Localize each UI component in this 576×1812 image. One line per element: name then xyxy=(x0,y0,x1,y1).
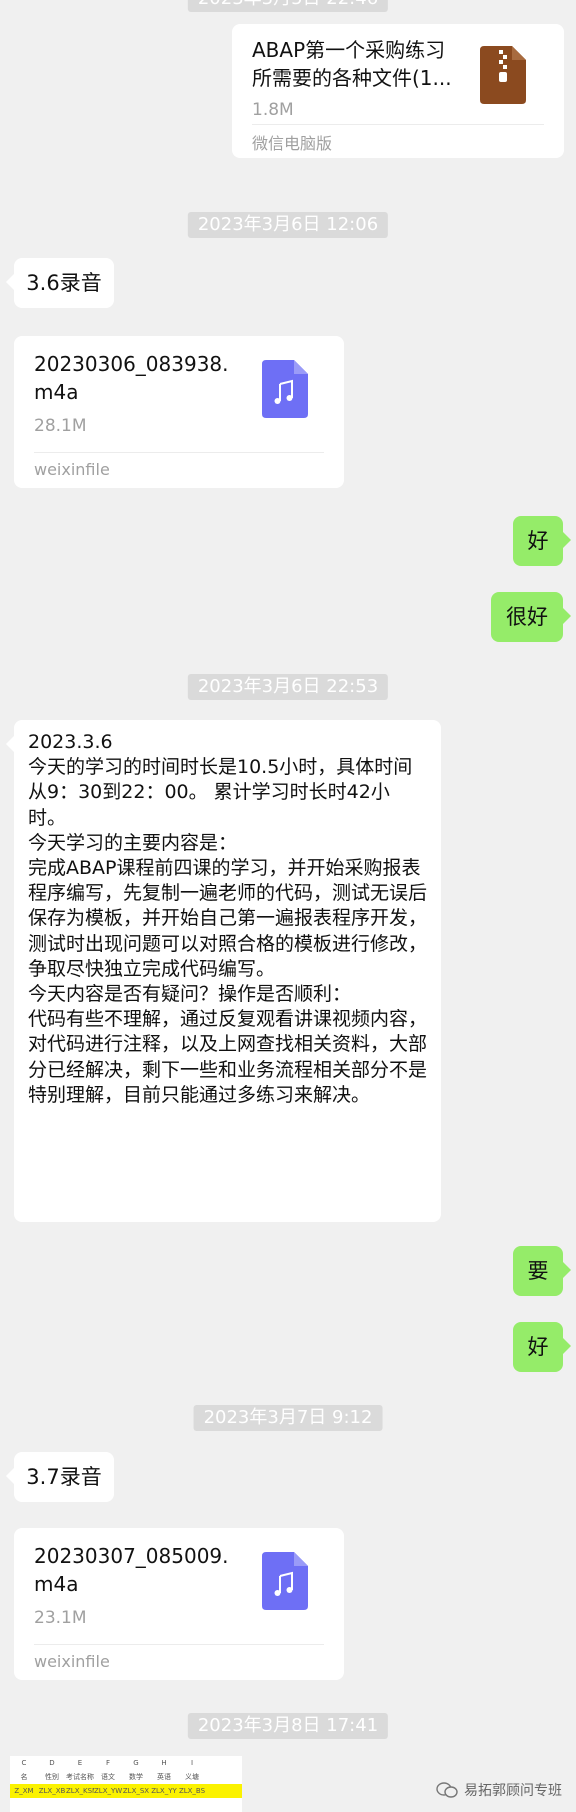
sheet-cell: D xyxy=(49,1759,55,1767)
sheet-cell: H xyxy=(161,1759,167,1767)
sheet-cell: Z_XM xyxy=(14,1787,34,1795)
sheet-column-letters: C D E F G H I xyxy=(10,1756,242,1770)
file-size: 28.1M xyxy=(34,416,87,436)
file-size: 1.8M xyxy=(252,100,294,120)
sheet-cell: 数学 xyxy=(129,1773,143,1781)
self-text-message[interactable]: 要 xyxy=(513,1246,571,1296)
sheet-cell: 英语 xyxy=(157,1773,171,1781)
timestamp: 2023年3月8日 17:41 xyxy=(187,1713,389,1739)
sheet-cell: 语文 xyxy=(101,1773,115,1781)
card-divider xyxy=(34,452,324,453)
file-size: 23.1M xyxy=(34,1608,87,1628)
watermark: 易拓郭顾问专班 xyxy=(436,1780,562,1800)
sheet-header-row: 名 性别 考试名称 语文 数学 英语 义塘 xyxy=(10,1770,242,1784)
sheet-cell: C xyxy=(21,1759,27,1767)
audio-file-icon xyxy=(262,360,308,418)
timestamp: 2023年3月6日 12:06 xyxy=(187,212,389,238)
self-text-message[interactable]: 好 xyxy=(513,516,571,566)
file-source: weixinfile xyxy=(34,460,110,479)
timestamp-partial: 2023年3月5日 22:46 xyxy=(187,0,389,12)
sheet-cell: I xyxy=(190,1759,194,1767)
timestamp: 2023年3月7日 9:12 xyxy=(193,1405,383,1431)
sheet-cell: ZLX_KSMC xyxy=(66,1787,94,1795)
sheet-cell: ZLX_YW xyxy=(94,1787,122,1795)
sheet-cell: E xyxy=(77,1759,83,1767)
sheet-cell: ZLX_YY xyxy=(151,1787,177,1795)
file-name: ABAP第一个采购练习所需要的各种文件(1... xyxy=(252,38,452,90)
text-message[interactable]: 3.7录音 xyxy=(6,1452,114,1502)
text-message[interactable]: 3.6录音 xyxy=(6,258,114,308)
timestamp: 2023年3月6日 22:53 xyxy=(187,674,389,700)
sheet-cell: F xyxy=(105,1759,111,1767)
card-divider xyxy=(34,1644,324,1645)
sheet-cell: 义塘 xyxy=(185,1773,199,1781)
file-message-card[interactable]: ABAP第一个采购练习所需要的各种文件(1... 1.8M 微信电脑版 xyxy=(232,24,564,158)
study-report-message[interactable]: 2023.3.6 今天的学习的时间时长是10.5小时，具体时间从9：30到22：… xyxy=(6,720,441,1222)
sheet-cell: ZLX_XB xyxy=(38,1787,66,1795)
audio-file-icon xyxy=(262,1552,308,1610)
sheet-cell: 考试名称 xyxy=(66,1773,94,1781)
zip-file-icon xyxy=(480,46,526,104)
sheet-cell: ZLX_BS xyxy=(178,1787,206,1795)
file-source: 微信电脑版 xyxy=(252,134,333,153)
sheet-cell: 名 xyxy=(20,1773,28,1781)
card-divider xyxy=(252,124,544,125)
self-text-message[interactable]: 好 xyxy=(513,1322,571,1372)
sheet-field-row: Z_XM ZLX_XB ZLX_KSMC ZLX_YW ZLX_SX ZLX_Y… xyxy=(10,1784,242,1798)
spreadsheet-image[interactable]: C D E F G H I 名 性别 考试名称 语文 数学 英语 义塘 Z_XM… xyxy=(10,1756,242,1812)
file-name: 20230307_085009.m4a xyxy=(34,1544,229,1596)
file-name: 20230306_083938.m4a xyxy=(34,352,229,404)
watermark-text: 易拓郭顾问专班 xyxy=(464,1783,562,1799)
wechat-official-account-icon xyxy=(436,1782,458,1798)
sheet-cell: ZLX_SX xyxy=(122,1787,150,1795)
self-text-message[interactable]: 很好 xyxy=(491,592,571,642)
sheet-cell: G xyxy=(133,1759,139,1767)
file-source: weixinfile xyxy=(34,1652,110,1671)
audio-file-card[interactable]: 20230306_083938.m4a 28.1M weixinfile xyxy=(14,336,344,488)
sheet-cell: 性别 xyxy=(45,1773,59,1781)
audio-file-card[interactable]: 20230307_085009.m4a 23.1M weixinfile xyxy=(14,1528,344,1680)
